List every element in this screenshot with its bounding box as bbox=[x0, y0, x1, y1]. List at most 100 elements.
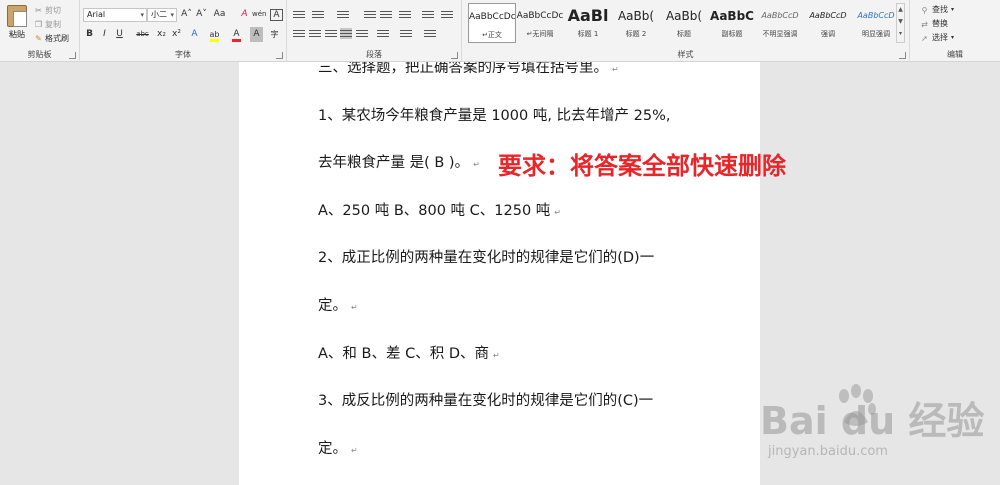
sort-icon[interactable] bbox=[422, 9, 434, 20]
line-spacing-icon[interactable] bbox=[377, 28, 389, 39]
align-left-icon[interactable] bbox=[293, 28, 305, 39]
bold-button[interactable]: B bbox=[83, 27, 96, 42]
clipboard-icon bbox=[7, 5, 27, 27]
style-title[interactable]: AaBb( 标题 bbox=[660, 3, 708, 43]
scissors-icon: ✂ bbox=[35, 6, 42, 15]
clear-formatting-button[interactable]: A bbox=[238, 7, 251, 22]
align-center-icon[interactable] bbox=[309, 28, 321, 39]
style-heading-2[interactable]: AaBb( 标题 2 bbox=[612, 3, 660, 43]
highlight-label: ab bbox=[209, 30, 220, 39]
style-emphasis[interactable]: AaBbCcD 强调 bbox=[804, 3, 852, 43]
show-marks-icon[interactable] bbox=[441, 9, 453, 20]
paragraph-group-label: 段落 bbox=[366, 50, 382, 59]
doc-text: 1、某农场今年粮食产量是 1000 吨, 比去年增产 25%, bbox=[318, 108, 671, 124]
highlight-button[interactable]: ab bbox=[208, 27, 221, 42]
style-name: 不明显强调 bbox=[762, 30, 798, 38]
editing-group-label: 编辑 bbox=[947, 50, 963, 59]
doc-text: 三、选择题，把正确答案的序号填在括号里。 bbox=[318, 62, 608, 76]
doc-line[interactable]: A、和 B、差 C、积 D、商 ↵ bbox=[318, 342, 500, 363]
text-effects-button[interactable]: A bbox=[188, 27, 201, 42]
doc-line[interactable]: 三、选择题，把正确答案的序号填在括号里。 ↵ bbox=[318, 62, 619, 77]
doc-line[interactable]: A、250 吨 B、800 吨 C、1250 吨 ↵ bbox=[318, 199, 561, 220]
watermark-logo: Bai du 经验 bbox=[760, 399, 985, 443]
cut-button[interactable]: ✂ 剪切 bbox=[34, 4, 61, 17]
doc-line[interactable]: 定。 ↵ bbox=[318, 294, 358, 315]
font-color-button[interactable]: A bbox=[230, 27, 243, 42]
borders-icon[interactable] bbox=[424, 28, 436, 39]
style-sample: AaBbCcDc bbox=[516, 11, 564, 21]
style-normal[interactable]: AaBbCcDc ↵正文 bbox=[468, 3, 516, 43]
cursor-icon: ➚ bbox=[921, 33, 928, 43]
style-sample: AaBbCcDc bbox=[469, 12, 515, 22]
decrease-indent-icon[interactable] bbox=[364, 9, 376, 20]
clipboard-launcher-icon[interactable] bbox=[69, 52, 76, 59]
doc-line[interactable]: 2、成正比例的两种量在变化时的规律是它们的(D)一 bbox=[318, 246, 654, 267]
styles-launcher-icon[interactable] bbox=[899, 52, 906, 59]
strikethrough-button[interactable]: abc bbox=[136, 27, 149, 42]
enclose-char-button[interactable]: 字 bbox=[268, 27, 281, 42]
style-subtle-emphasis[interactable]: AaBbCcD 不明显强调 bbox=[756, 3, 804, 43]
paste-button[interactable]: 粘贴 bbox=[4, 3, 30, 45]
format-painter-button[interactable]: ✎ 格式刷 bbox=[34, 32, 69, 45]
styles-group-label: 样式 bbox=[677, 50, 694, 59]
style-sample: AaBbCcD bbox=[809, 11, 847, 20]
char-shading-button[interactable]: A bbox=[250, 27, 263, 42]
replace-icon: ⇄ bbox=[921, 19, 928, 29]
document-page[interactable]: 三、选择题，把正确答案的序号填在括号里。 ↵ 1、某农场今年粮食产量是 1000 … bbox=[239, 62, 760, 485]
style-heading-1[interactable]: AaBl 标题 1 bbox=[564, 3, 612, 43]
paw-logo-icon bbox=[839, 384, 876, 426]
superscript-button[interactable]: x² bbox=[170, 27, 183, 42]
style-sample: AaBb( bbox=[665, 9, 703, 23]
style-sample: AaBbCcD bbox=[761, 11, 799, 20]
distribute-icon[interactable] bbox=[356, 28, 368, 39]
doc-line[interactable]: 3、成反比例的两种量在变化时的规律是它们的(C)一 bbox=[318, 389, 653, 410]
select-label: 选择 bbox=[932, 33, 948, 42]
increase-indent-icon[interactable] bbox=[380, 9, 392, 20]
font-name-select[interactable]: Arial ▾ bbox=[83, 8, 147, 22]
style-subtitle[interactable]: AaBbC 副标题 bbox=[708, 3, 756, 43]
phonetic-guide-button[interactable]: wén bbox=[252, 7, 266, 22]
font-group-label: 字体 bbox=[175, 50, 191, 59]
find-button[interactable]: ⚲ 查找 ▾ bbox=[920, 4, 954, 16]
change-case-button[interactable]: Aa bbox=[213, 7, 226, 22]
paintbrush-icon: ✎ bbox=[35, 34, 42, 43]
style-sample: AaBb( bbox=[617, 9, 655, 23]
replace-button[interactable]: ⇄ 替换 bbox=[920, 18, 948, 30]
search-icon: ⚲ bbox=[921, 5, 928, 15]
doc-text: A、250 吨 B、800 吨 C、1250 吨 bbox=[318, 203, 551, 219]
copy-button[interactable]: ❐ 复制 bbox=[34, 18, 61, 31]
style-name: 明显强调 bbox=[862, 30, 890, 38]
clipboard-group: 粘贴 ✂ 剪切 ❐ 复制 ✎ 格式刷 剪贴板 bbox=[0, 0, 80, 62]
grow-font-button[interactable]: A˄ bbox=[180, 7, 193, 22]
style-name: ↵正文 bbox=[482, 31, 502, 39]
paragraph-mark: ↵ bbox=[351, 446, 358, 455]
subscript-button[interactable]: x₂ bbox=[155, 27, 168, 42]
align-right-icon[interactable] bbox=[325, 28, 337, 39]
style-no-spacing[interactable]: AaBbCcDc ↵无间隔 bbox=[516, 3, 564, 43]
bullets-icon[interactable] bbox=[293, 9, 305, 20]
numbering-icon[interactable] bbox=[312, 9, 324, 20]
char-border-button[interactable]: A bbox=[270, 9, 283, 21]
chinese-layout-icon[interactable] bbox=[399, 9, 411, 20]
doc-line[interactable]: 定。 ↵ bbox=[318, 437, 358, 458]
shrink-font-button[interactable]: A˅ bbox=[195, 7, 208, 22]
font-launcher-icon[interactable] bbox=[276, 52, 283, 59]
font-group: Arial ▾ 小二 ▾ A˄ A˅ Aa A wén A B I U abc … bbox=[80, 0, 287, 62]
doc-line[interactable]: 去年粮食产量 是( B )。 ↵ bbox=[318, 151, 480, 172]
paragraph-launcher-icon[interactable] bbox=[451, 52, 458, 59]
multilevel-list-icon[interactable] bbox=[337, 9, 349, 20]
doc-line[interactable]: 1、某农场今年粮食产量是 1000 吨, 比去年增产 25%, bbox=[318, 104, 671, 125]
paragraph-mark: ↵ bbox=[554, 208, 561, 217]
chevron-down-icon: ▾ bbox=[170, 11, 174, 19]
style-intense-emphasis[interactable]: AaBbCcD 明显强调 bbox=[852, 3, 900, 43]
styles-gallery-scroll[interactable]: ▲ ▼ ▾ bbox=[896, 3, 905, 43]
font-size-select[interactable]: 小二 ▾ bbox=[147, 8, 177, 22]
style-sample: AaBbCcD bbox=[857, 11, 895, 20]
shading-icon[interactable] bbox=[400, 28, 412, 39]
style-name: 标题 2 bbox=[625, 30, 647, 38]
font-size-value: 小二 bbox=[151, 10, 167, 19]
justify-icon[interactable] bbox=[340, 28, 352, 39]
italic-button[interactable]: I bbox=[98, 27, 111, 42]
underline-button[interactable]: U bbox=[113, 27, 126, 42]
select-button[interactable]: ➚ 选择 ▾ bbox=[920, 32, 954, 44]
